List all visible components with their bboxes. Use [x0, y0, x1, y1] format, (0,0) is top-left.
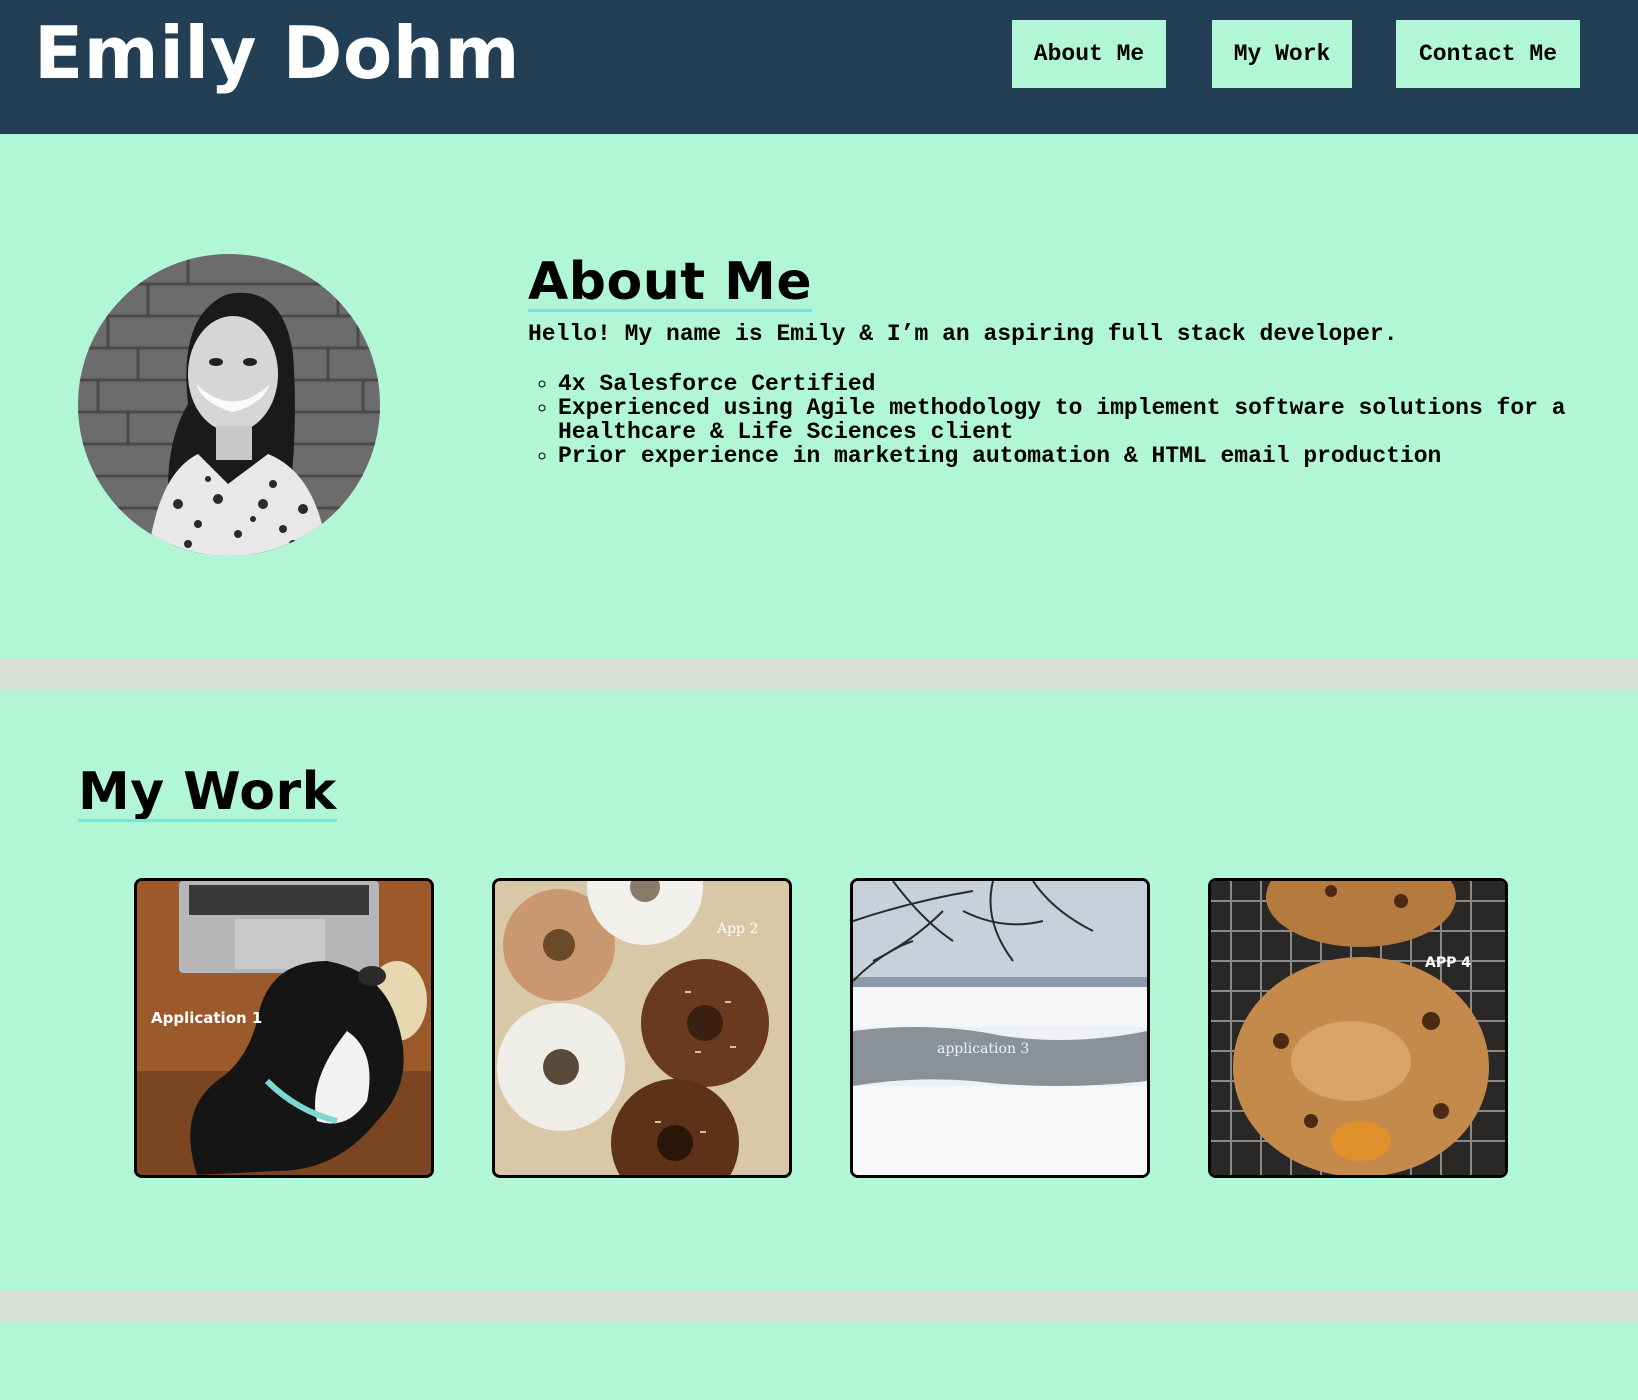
site-title: Emily Dohm [34, 11, 521, 95]
site-header: Emily Dohm About Me My Work Contact Me [0, 0, 1638, 134]
section-divider [0, 660, 1638, 690]
project-1-label: Application 1 [151, 1009, 263, 1027]
project-3-label: application 3 [937, 1041, 1030, 1057]
nav-contact-button[interactable]: Contact Me [1396, 20, 1580, 88]
work-section: My Work Application 1 App 2 application … [0, 690, 1638, 1292]
project-4-label: APP 4 [1425, 955, 1471, 971]
section-divider [0, 1292, 1638, 1322]
about-section: About Me Hello! My name is Emily & I’m a… [0, 134, 1638, 660]
contact-section [0, 1322, 1638, 1400]
project-card-2[interactable]: App 2 [492, 878, 792, 1178]
project-1-thumbnail [137, 881, 431, 1175]
project-card-4[interactable]: APP 4 [1208, 878, 1508, 1178]
project-card-1[interactable]: Application 1 [134, 878, 434, 1178]
about-intro: Hello! My name is Emily & I’m an aspirin… [528, 321, 1398, 347]
work-heading: My Work [78, 762, 337, 822]
profile-photo [78, 254, 380, 556]
project-3-thumbnail [853, 881, 1147, 1175]
project-2-label: App 2 [717, 921, 759, 937]
about-heading: About Me [528, 252, 813, 312]
about-bullet: Prior experience in marketing automation… [558, 444, 1578, 468]
about-bullet: 4x Salesforce Certified [558, 372, 1578, 396]
project-4-thumbnail [1211, 881, 1505, 1175]
nav-about-button[interactable]: About Me [1012, 20, 1166, 88]
nav-work-button[interactable]: My Work [1212, 20, 1352, 88]
about-bullet: Experienced using Agile methodology to i… [558, 396, 1578, 444]
about-bullet-list: 4x Salesforce Certified Experienced usin… [528, 372, 1578, 468]
project-card-3[interactable]: application 3 [850, 878, 1150, 1178]
